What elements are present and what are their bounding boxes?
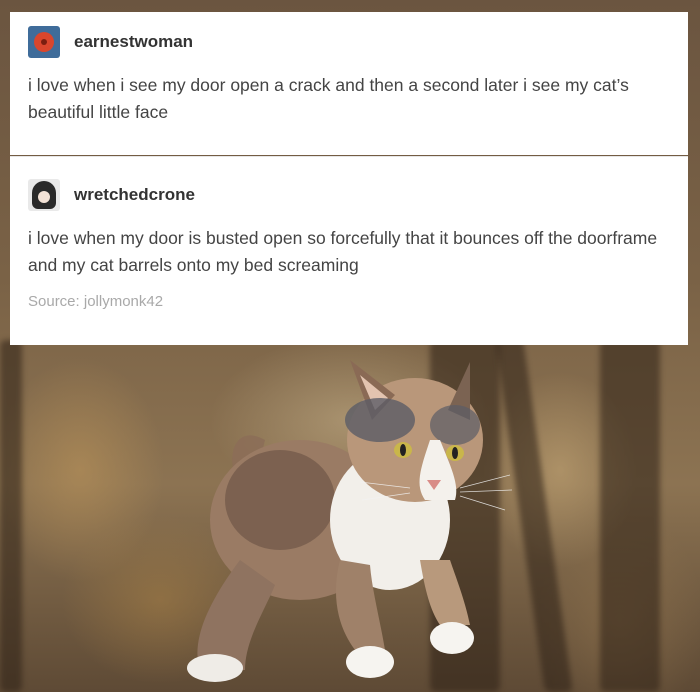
- username-link[interactable]: earnestwoman: [74, 32, 193, 52]
- username-link[interactable]: wretchedcrone: [74, 185, 195, 205]
- post-header: earnestwoman: [28, 12, 670, 58]
- post-text: i love when my door is busted open so fo…: [28, 228, 658, 275]
- post-header: wretchedcrone: [28, 157, 670, 211]
- avatar[interactable]: [28, 26, 60, 58]
- post-card-earnestwoman: earnestwoman i love when i see my door o…: [10, 12, 688, 155]
- source-link[interactable]: Source: jollymonk42: [28, 293, 670, 310]
- post-text: i love when i see my door open a crack a…: [28, 75, 629, 122]
- avatar[interactable]: [28, 179, 60, 211]
- post-card-wretchedcrone: wretchedcrone i love when my door is bus…: [10, 156, 688, 345]
